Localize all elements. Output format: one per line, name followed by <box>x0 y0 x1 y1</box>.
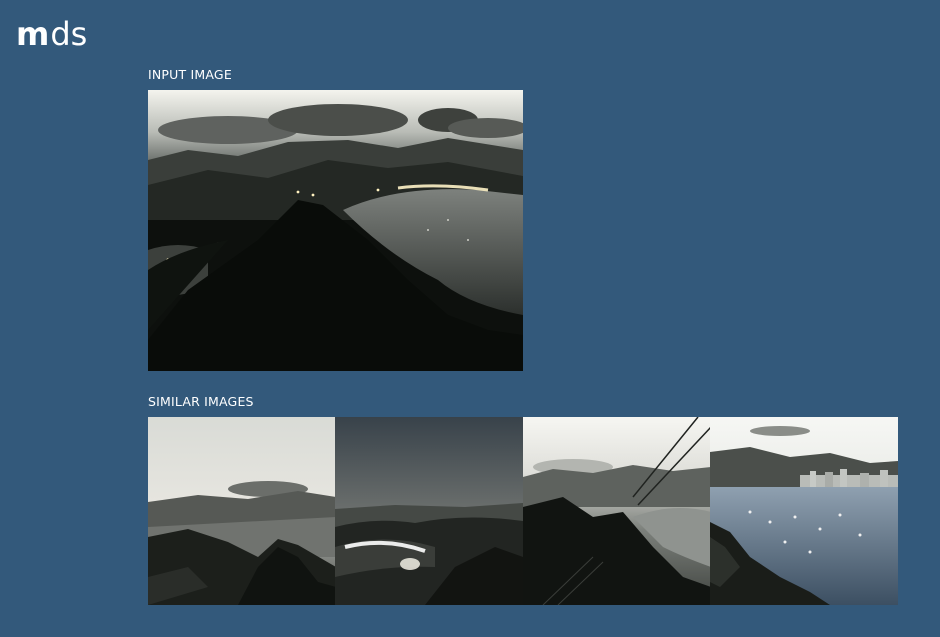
night-beach-lights-photo <box>335 417 523 605</box>
mds-logo[interactable]: mds <box>16 14 87 54</box>
input-image[interactable] <box>148 90 523 371</box>
aerial-night-bay-photo <box>148 90 523 371</box>
similar-image-4[interactable] <box>710 417 898 605</box>
dusk-mountain-coast-photo <box>148 417 336 605</box>
similar-image-3[interactable] <box>523 417 711 605</box>
logo-light-text: ds <box>50 15 88 53</box>
similar-image-2[interactable] <box>335 417 523 605</box>
cable-car-bay-photo <box>523 417 711 605</box>
harbor-boats-city-photo <box>710 417 898 605</box>
similar-image-1[interactable] <box>148 417 336 605</box>
logo-bold-text: m <box>16 15 49 53</box>
input-image-heading: INPUT IMAGE <box>148 67 232 82</box>
similar-images-heading: SIMILAR IMAGES <box>148 394 254 409</box>
